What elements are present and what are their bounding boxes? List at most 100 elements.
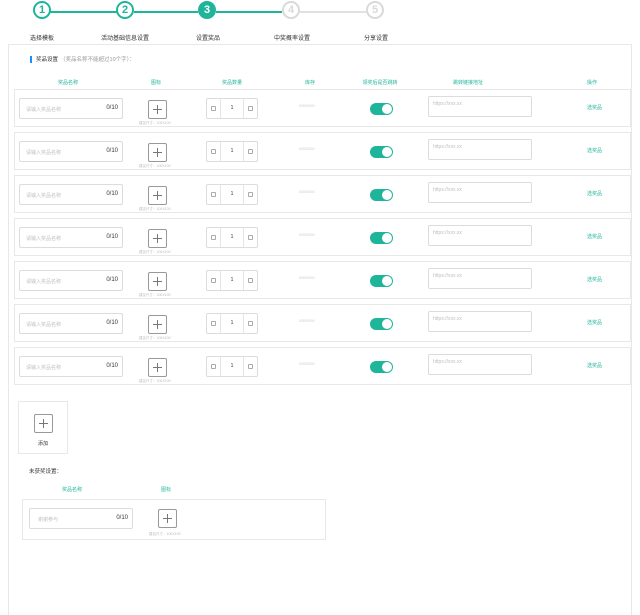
select-prize-link[interactable]: 选奖品 [587,190,602,197]
quantity-value[interactable]: 1 [221,271,243,290]
redirect-url-input[interactable]: https://xxx.xx [428,354,532,375]
redirect-toggle[interactable] [370,318,393,330]
quantity-value[interactable]: 1 [221,314,243,333]
prize-name-input[interactable]: 请输入奖品名称 0/10 [19,98,123,119]
stock-value: 00000000 [299,190,315,194]
no-win-name-placeholder: 谢谢参与 [38,517,59,523]
redirect-toggle[interactable] [370,189,393,201]
redirect-url-input[interactable]: https://xxx.xx [428,139,532,160]
section-marker [30,55,32,63]
url-placeholder: https://xxx.xx [433,359,462,365]
prize-name-counter: 0/10 [106,234,118,240]
upload-icon-button[interactable] [148,186,167,205]
increment-button[interactable] [243,99,257,118]
decrement-button[interactable] [207,185,221,204]
decrement-button[interactable] [207,99,221,118]
select-prize-link[interactable]: 选奖品 [587,104,602,111]
quantity-value[interactable]: 1 [221,142,243,161]
decrement-button[interactable] [207,271,221,290]
prize-section-title: 奖品设置 （奖品名称不能超过10个字）： [30,55,135,63]
decrement-button[interactable] [207,314,221,333]
upload-icon-button[interactable] [148,358,167,377]
increment-button[interactable] [243,228,257,247]
plus-icon [248,321,253,326]
no-win-upload-icon-button[interactable] [158,509,177,528]
increment-button[interactable] [243,185,257,204]
prize-name-input[interactable]: 请输入奖品名称 0/10 [19,141,123,162]
select-prize-link[interactable]: 选奖品 [587,147,602,154]
select-prize-link[interactable]: 选奖品 [587,276,602,283]
no-win-icon-size-hint: 建议尺寸：100X100 [149,532,181,536]
col-header-redirect: 领奖后是否跳转 [362,80,398,86]
add-prize-button[interactable]: 添加 [18,401,68,454]
redirect-url-input[interactable]: https://xxx.xx [428,225,532,246]
no-win-col-header-icon: 图标 [160,487,172,493]
icon-size-hint: 建议尺寸：100X100 [139,293,171,297]
col-header-url: 跳转链接地址 [452,80,484,86]
increment-button[interactable] [243,314,257,333]
redirect-toggle[interactable] [370,361,393,373]
select-prize-link[interactable]: 选奖品 [587,362,602,369]
step-2-label: 活动基础信息设置 [100,36,150,42]
step-5-circle[interactable]: 5 [366,1,384,19]
section-title-text: 奖品设置 [36,57,59,63]
prize-name-counter: 0/10 [106,320,118,326]
select-prize-link[interactable]: 选奖品 [587,233,602,240]
decrement-button[interactable] [207,142,221,161]
plus-icon [248,364,253,369]
icon-size-hint: 建议尺寸：100X100 [139,336,171,340]
prize-name-input[interactable]: 请输入奖品名称 0/10 [19,184,123,205]
decrement-button[interactable] [207,228,221,247]
prize-name-input[interactable]: 请输入奖品名称 0/10 [19,313,123,334]
upload-icon-button[interactable] [148,229,167,248]
step-number: 1 [38,4,46,16]
redirect-toggle[interactable] [370,232,393,244]
plus-icon [248,149,253,154]
step-connector [134,11,198,13]
upload-icon-button[interactable] [148,272,167,291]
col-header-icon: 图标 [150,80,162,86]
quantity-stepper: 1 [206,356,258,377]
prize-name-placeholder: 请输入奖品名称 [26,236,62,242]
prize-name-input[interactable]: 请输入奖品名称 0/10 [19,227,123,248]
step-4-label: 中奖概率设置 [273,36,311,42]
step-3-circle[interactable]: 3 [198,1,216,19]
decrement-button[interactable] [207,357,221,376]
redirect-toggle[interactable] [370,146,393,158]
upload-icon-button[interactable] [148,315,167,334]
quantity-value[interactable]: 1 [221,357,243,376]
increment-button[interactable] [243,357,257,376]
increment-button[interactable] [243,271,257,290]
step-2-circle[interactable]: 2 [116,1,134,19]
col-header-quantity: 奖品数量 [221,80,243,86]
upload-icon-button[interactable] [148,100,167,119]
prize-name-counter: 0/10 [106,148,118,154]
increment-button[interactable] [243,142,257,161]
step-number: 4 [287,4,295,16]
redirect-url-input[interactable]: https://xxx.xx [428,311,532,332]
stock-value: 00000000 [299,362,315,366]
redirect-url-input[interactable]: https://xxx.xx [428,96,532,117]
redirect-url-input[interactable]: https://xxx.xx [428,268,532,289]
no-win-name-input[interactable]: 谢谢参与 0/10 [29,508,133,529]
redirect-url-input[interactable]: https://xxx.xx [428,182,532,203]
upload-icon-button[interactable] [148,143,167,162]
step-number: 2 [121,4,129,16]
prize-row: 请输入奖品名称 0/10 建议尺寸：100X100 1 00000000 https://… [14,347,631,385]
quantity-value[interactable]: 1 [221,185,243,204]
no-win-section-title: 未获奖设置： [29,469,63,475]
step-4-circle[interactable]: 4 [282,1,300,19]
step-3-label: 设置奖品 [195,36,221,42]
prize-name-input[interactable]: 请输入奖品名称 0/10 [19,356,123,377]
quantity-value[interactable]: 1 [221,228,243,247]
minus-icon [211,192,216,197]
step-1-circle[interactable]: 1 [33,1,51,19]
quantity-value[interactable]: 1 [221,99,243,118]
redirect-toggle[interactable] [370,275,393,287]
select-prize-link[interactable]: 选奖品 [587,319,602,326]
minus-icon [211,149,216,154]
redirect-toggle[interactable] [370,103,393,115]
minus-icon [211,106,216,111]
prize-name-input[interactable]: 请输入奖品名称 0/10 [19,270,123,291]
no-win-name-counter: 0/10 [116,515,128,521]
